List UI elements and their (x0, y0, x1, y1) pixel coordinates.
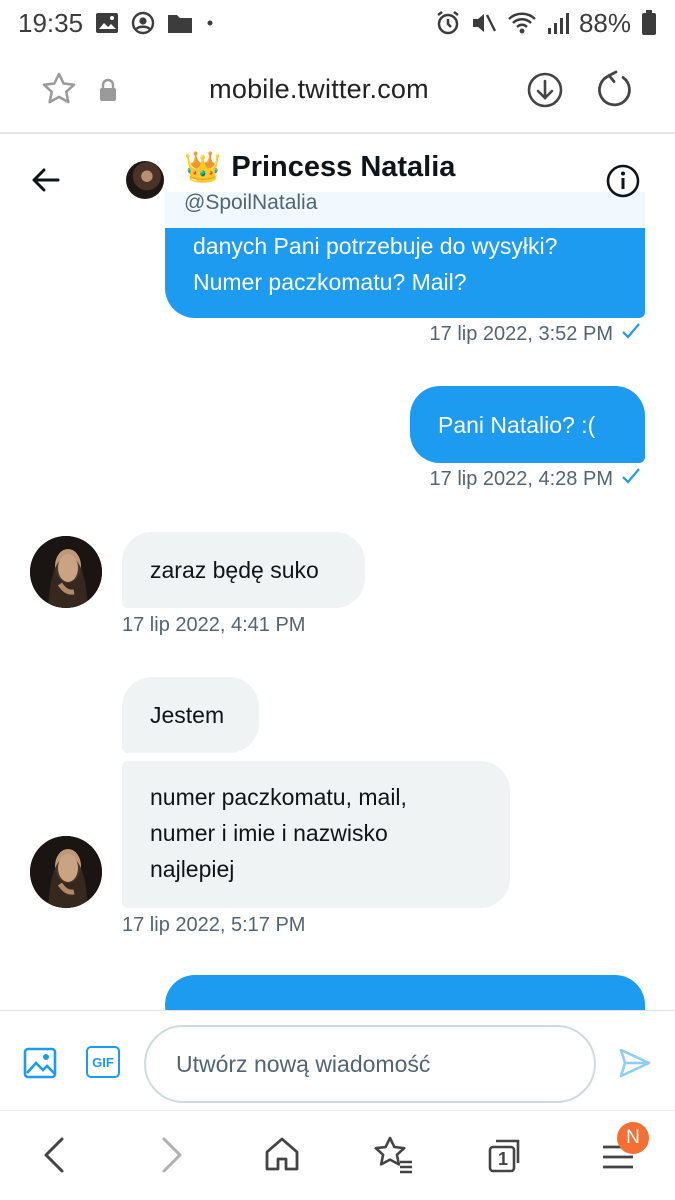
read-check-icon (621, 322, 641, 346)
status-bar: 19:35 88% (0, 0, 675, 46)
battery-icon (641, 10, 657, 36)
message-input-placeholder: Utwórz nową wiadomość (176, 1050, 431, 1077)
message-list[interactable]: danych Pani potrzebuje do wysyłki? Numer… (0, 136, 675, 1010)
message-input[interactable]: Utwórz nową wiadomość (144, 1025, 596, 1103)
message-composer: GIF Utwórz nową wiadomość (0, 1010, 675, 1110)
timestamp-text: 17 lip 2022, 4:28 PM (429, 467, 613, 490)
battery-percentage: 88% (578, 7, 631, 38)
message-line: najlepiej (150, 856, 235, 882)
alarm-icon (435, 10, 461, 36)
message-line: Jestem (150, 702, 225, 728)
sent-message-bubble[interactable] (165, 975, 645, 1010)
browser-toolbar: mobile.twitter.com (0, 46, 675, 134)
profile-badge: N (617, 1122, 649, 1154)
timestamp-text: 17 lip 2022, 5:17 PM (122, 914, 306, 936)
read-check-icon (621, 467, 641, 491)
forward-icon[interactable] (158, 1135, 186, 1175)
contact-display-name: Princess Natalia (231, 151, 456, 183)
folder-icon (167, 12, 193, 34)
wifi-icon (507, 11, 537, 35)
reload-icon[interactable] (596, 69, 636, 109)
gif-icon[interactable]: GIF (86, 1046, 120, 1078)
message-timestamp: 17 lip 2022, 4:41 PM (122, 614, 305, 637)
tabs-count: 1 (498, 1149, 509, 1169)
bookmarks-icon[interactable] (372, 1135, 414, 1175)
sender-avatar[interactable] (30, 836, 102, 908)
home-icon[interactable] (263, 1135, 301, 1173)
account-circle-icon (131, 11, 155, 35)
mute-icon (471, 11, 497, 35)
info-icon[interactable] (606, 164, 640, 203)
contact-avatar[interactable] (126, 161, 164, 199)
message-timestamp: 17 lip 2022, 5:17 PM (122, 914, 305, 937)
status-time: 19:35 (18, 7, 84, 38)
browser-navigation-bar: 1 (0, 1110, 675, 1200)
contact-name[interactable]: 👑 Princess Natalia (184, 150, 455, 185)
message-line: numer paczkomatu, mail, (150, 784, 407, 810)
message-line: Pani Natalio? :( (438, 411, 596, 438)
timestamp-text: 17 lip 2022, 4:41 PM (122, 614, 306, 636)
timestamp-text: 17 lip 2022, 3:52 PM (429, 322, 613, 345)
image-upload-icon[interactable] (23, 1047, 57, 1079)
crown-emoji: 👑 (184, 151, 222, 184)
conversation-header: 👑 Princess Natalia @SpoilNatalia (0, 136, 675, 228)
message-line: danych Pani potrzebuje do wysyłki? (193, 233, 558, 259)
contact-handle[interactable]: @SpoilNatalia (184, 191, 317, 215)
message-line: zaraz będę suko (150, 557, 319, 583)
received-message-bubble[interactable]: Jestem (122, 677, 259, 753)
back-arrow-icon[interactable] (30, 164, 62, 201)
message-timestamp: 17 lip 2022, 3:52 PM (430, 322, 641, 346)
download-icon[interactable] (526, 71, 564, 109)
gif-label: GIF (92, 1054, 114, 1070)
sender-avatar[interactable] (30, 536, 102, 608)
tabs-icon[interactable]: 1 (486, 1135, 526, 1175)
dot-icon (205, 18, 215, 28)
received-message-bubble[interactable]: numer paczkomatu, mail, numer i imie i n… (122, 761, 510, 908)
sent-message-bubble[interactable]: Pani Natalio? :( (410, 386, 645, 463)
send-icon[interactable] (618, 1047, 652, 1079)
message-line: numer i imie i nazwisko (150, 820, 388, 846)
message-timestamp: 17 lip 2022, 4:28 PM (430, 467, 641, 491)
signal-icon (547, 11, 569, 35)
back-icon[interactable] (40, 1135, 68, 1175)
received-message-bubble[interactable]: zaraz będę suko (122, 532, 365, 608)
gallery-icon (95, 12, 119, 34)
message-line: Numer paczkomatu? Mail? (193, 269, 467, 295)
